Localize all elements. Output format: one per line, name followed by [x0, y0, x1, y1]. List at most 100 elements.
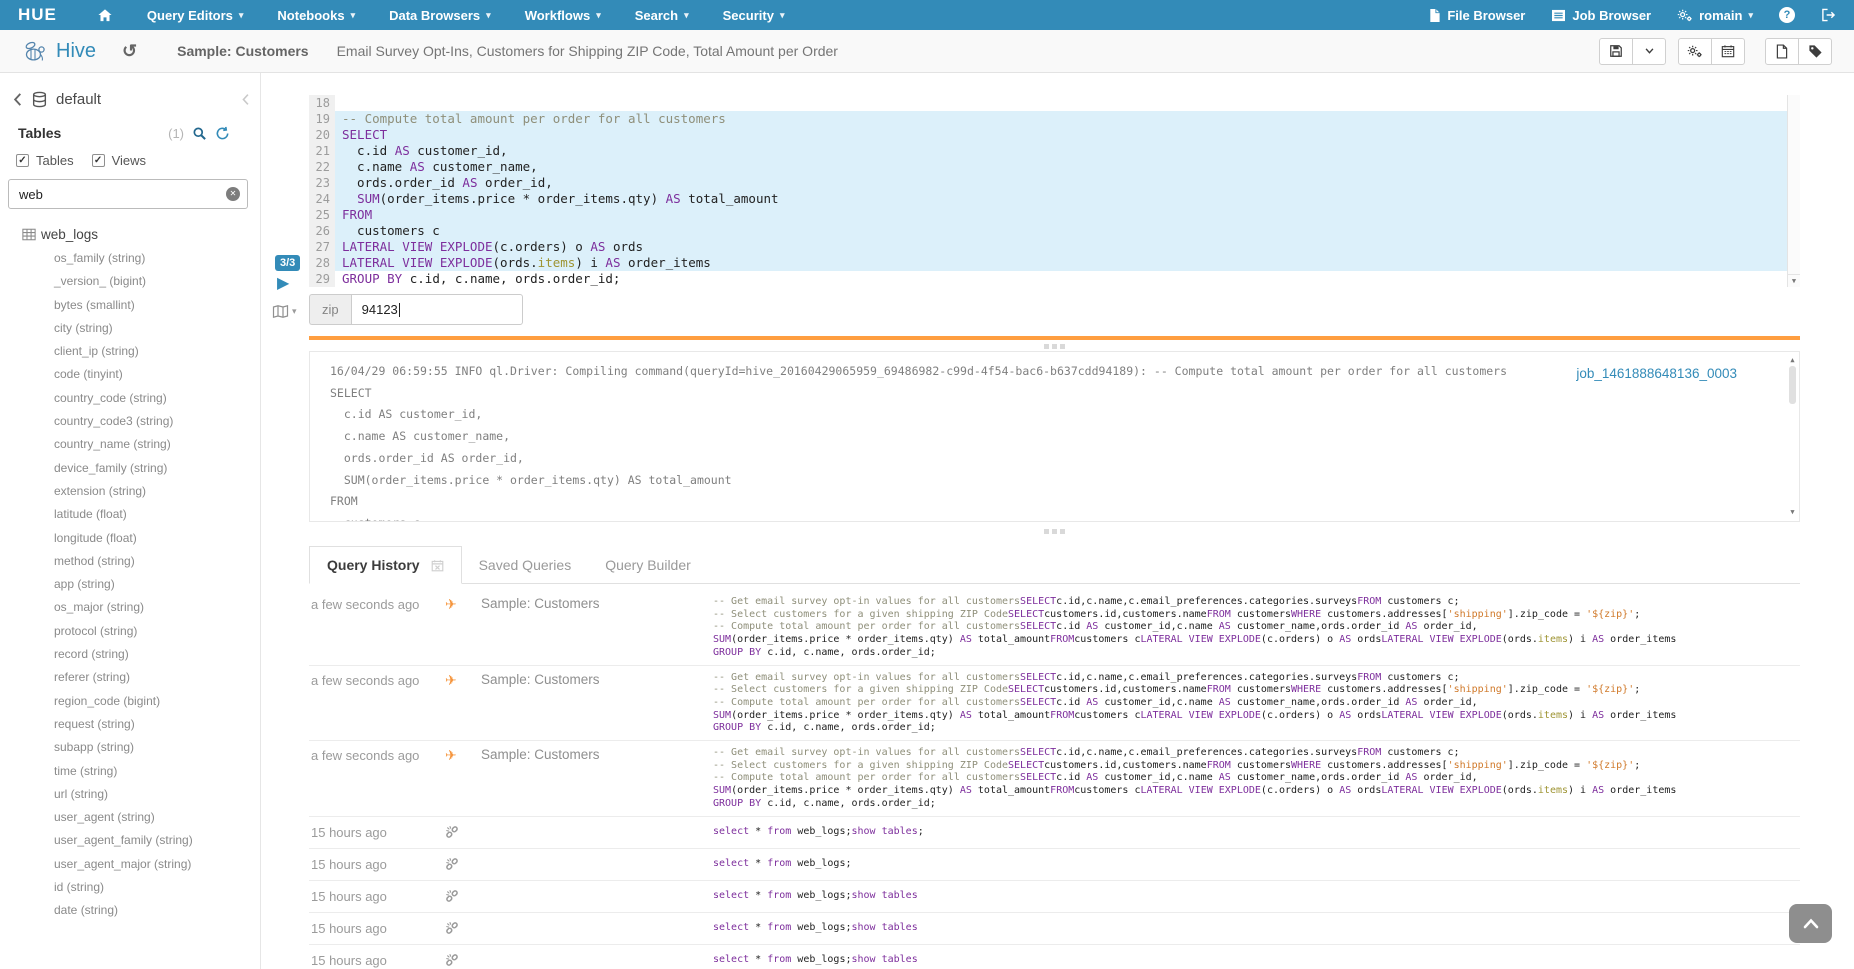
column-item[interactable]: id (string) [22, 876, 260, 899]
column-item[interactable]: protocol (string) [22, 620, 260, 643]
filter-tables-checkbox[interactable]: ✓ Tables [16, 153, 74, 168]
editor-line[interactable]: 21 c.id AS customer_id, [309, 143, 1800, 159]
column-item[interactable]: os_major (string) [22, 596, 260, 619]
refresh-icon[interactable] [215, 126, 230, 141]
user-menu[interactable]: romain ▾ [1677, 8, 1753, 23]
history-row[interactable]: 15 hours agoselect * from web_logs; [309, 849, 1800, 881]
tab-query-history[interactable]: Query History [309, 546, 462, 584]
editor-scrollbar[interactable]: ▼ [1787, 95, 1800, 287]
editor-line[interactable]: 27LATERAL VIEW EXPLODE(c.orders) o AS or… [309, 239, 1800, 255]
tags-button[interactable] [1798, 38, 1832, 65]
column-item[interactable]: request (string) [22, 713, 260, 736]
query-map-button[interactable]: ▾ [272, 304, 297, 319]
column-item[interactable]: app (string) [22, 573, 260, 596]
editor-line[interactable]: 29GROUP BY c.id, c.name, ords.order_id; [309, 271, 1800, 287]
resize-handle-bottom[interactable] [309, 528, 1800, 534]
history-row[interactable]: 15 hours agoselect * from web_logs;show … [309, 881, 1800, 913]
database-selector[interactable]: default [12, 91, 246, 108]
editor-line[interactable]: 18 [309, 95, 1800, 111]
editor-line[interactable]: 20SELECT [309, 127, 1800, 143]
nav-menu-query-editors[interactable]: Query Editors▾ [147, 8, 244, 23]
column-item[interactable]: url (string) [22, 783, 260, 806]
schedule-button[interactable] [1711, 38, 1745, 65]
scroll-down-icon[interactable]: ▼ [1786, 506, 1799, 519]
scroll-down-icon[interactable]: ▼ [1788, 274, 1800, 287]
column-item[interactable]: time (string) [22, 760, 260, 783]
column-item[interactable]: user_agent (string) [22, 806, 260, 829]
column-item[interactable]: longitude (float) [22, 527, 260, 550]
job-browser-link[interactable]: Job Browser [1551, 8, 1651, 23]
editor-line[interactable]: 24 SUM(order_items.price * order_items.q… [309, 191, 1800, 207]
sql-editor[interactable]: 1819-- Compute total amount per order fo… [309, 95, 1800, 287]
column-item[interactable]: country_code3 (string) [22, 410, 260, 433]
history-row[interactable]: 15 hours agoselect * from web_logs;show … [309, 817, 1800, 849]
column-item[interactable]: _version_ (bigint) [22, 270, 260, 293]
editor-line[interactable]: 25FROM [309, 207, 1800, 223]
collapse-panel-icon[interactable] [241, 93, 250, 106]
editor-line[interactable]: 26 customers c [309, 223, 1800, 239]
tab-query-builder[interactable]: Query Builder [588, 547, 708, 583]
back-icon[interactable] [12, 92, 23, 107]
scroll-to-top-button[interactable] [1789, 904, 1832, 943]
column-item[interactable]: region_code (bigint) [22, 690, 260, 713]
save-button[interactable] [1599, 38, 1633, 65]
code-token: c.id,c.name,c.email_preferences.categori… [1056, 596, 1357, 607]
execute-button[interactable]: ▶ [277, 276, 289, 292]
column-item[interactable]: extension (string) [22, 480, 260, 503]
editor-line[interactable]: 22 c.name AS customer_name, [309, 159, 1800, 175]
clear-history-calendar-icon[interactable] [431, 559, 444, 572]
file-browser-link[interactable]: File Browser [1428, 8, 1525, 23]
save-options-button[interactable] [1632, 38, 1666, 65]
new-query-button[interactable] [1765, 38, 1799, 65]
clear-search-icon[interactable]: ✕ [226, 187, 240, 201]
column-item[interactable]: device_family (string) [22, 457, 260, 480]
settings-button[interactable] [1678, 38, 1712, 65]
query-history-icon[interactable]: ↺ [122, 41, 137, 62]
code-token: AS [960, 785, 972, 796]
editor-line[interactable]: 28LATERAL VIEW EXPLODE(ords.items) i AS … [309, 255, 1800, 271]
variable-value-input[interactable]: 94123 [351, 294, 523, 325]
nav-menu-notebooks[interactable]: Notebooks▾ [277, 8, 355, 23]
help-button[interactable]: ? [1779, 7, 1795, 23]
code-token: order_items [1604, 785, 1676, 796]
history-row[interactable]: a few seconds ago✈Sample: Customers-- Ge… [309, 741, 1800, 817]
column-item[interactable]: os_family (string) [22, 247, 260, 270]
history-row[interactable]: a few seconds ago✈Sample: Customers-- Ge… [309, 590, 1800, 666]
column-item[interactable]: record (string) [22, 643, 260, 666]
nav-menu-data-browsers[interactable]: Data Browsers▾ [389, 8, 491, 23]
editor-line[interactable]: 19-- Compute total amount per order for … [309, 111, 1800, 127]
hue-logo[interactable]: HUE [18, 5, 57, 25]
history-row[interactable]: 15 hours agoselect * from web_logs;show … [309, 913, 1800, 945]
column-item[interactable]: country_name (string) [22, 433, 260, 456]
history-row[interactable]: 15 hours agoselect * from web_logs;show … [309, 945, 1800, 969]
nav-menu-search[interactable]: Search▾ [635, 8, 689, 23]
tab-saved-queries[interactable]: Saved Queries [462, 547, 589, 583]
column-item[interactable]: bytes (smallint) [22, 294, 260, 317]
home-button[interactable] [97, 8, 113, 23]
log-scrollbar[interactable]: ▲ ▼ [1786, 352, 1799, 521]
column-item[interactable]: client_ip (string) [22, 340, 260, 363]
column-item[interactable]: date (string) [22, 899, 260, 922]
table-item-web-logs[interactable]: web_logs [22, 227, 260, 242]
column-item[interactable]: code (tinyint) [22, 363, 260, 386]
code-token: items [1538, 785, 1568, 796]
job-link[interactable]: job_1461888648136_0003 [1570, 365, 1743, 382]
history-row[interactable]: a few seconds ago✈Sample: Customers-- Ge… [309, 666, 1800, 742]
logout-button[interactable] [1821, 8, 1836, 22]
search-icon[interactable] [192, 126, 207, 141]
nav-menu-security[interactable]: Security▾ [723, 8, 785, 23]
table-search-input[interactable]: web [8, 179, 248, 209]
column-item[interactable]: method (string) [22, 550, 260, 573]
resize-handle-top[interactable] [309, 343, 1800, 349]
column-item[interactable]: latitude (float) [22, 503, 260, 526]
column-item[interactable]: city (string) [22, 317, 260, 340]
editor-line[interactable]: 23 ords.order_id AS order_id, [309, 175, 1800, 191]
column-item[interactable]: country_code (string) [22, 387, 260, 410]
scrollbar-thumb[interactable] [1789, 366, 1796, 404]
column-item[interactable]: user_agent_major (string) [22, 853, 260, 876]
filter-views-checkbox[interactable]: ✓ Views [92, 153, 146, 168]
column-item[interactable]: referer (string) [22, 666, 260, 689]
column-item[interactable]: subapp (string) [22, 736, 260, 759]
nav-menu-workflows[interactable]: Workflows▾ [525, 8, 601, 23]
column-item[interactable]: user_agent_family (string) [22, 829, 260, 852]
